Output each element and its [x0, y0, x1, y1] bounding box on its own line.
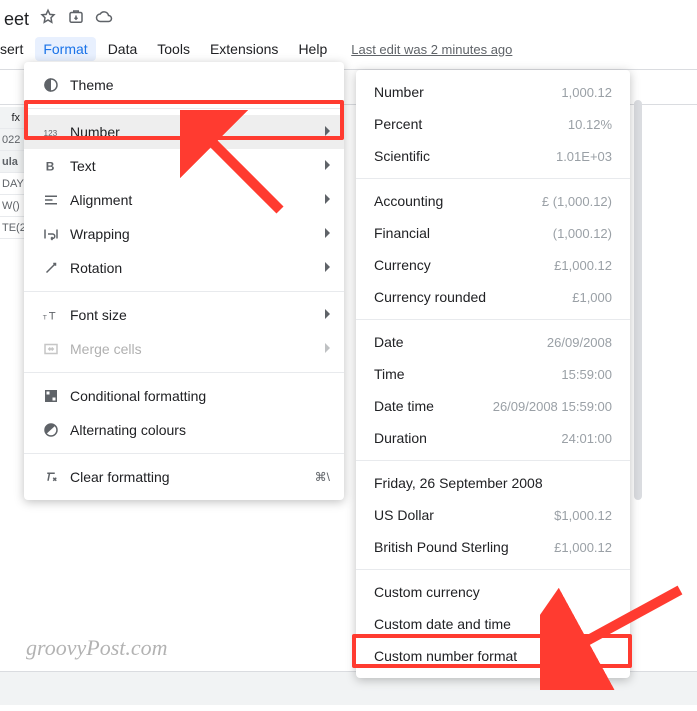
- move-icon[interactable]: [67, 8, 85, 31]
- option-label: Friday, 26 September 2008: [374, 475, 612, 491]
- option-example: 10.12%: [568, 117, 612, 132]
- doc-name-fragment: eet: [4, 9, 29, 30]
- menu-tools[interactable]: Tools: [149, 37, 198, 61]
- option-label: British Pound Sterling: [374, 539, 544, 555]
- submenu-arrow-icon: [325, 125, 330, 139]
- rotate-icon: [38, 259, 64, 277]
- option-label: Date: [374, 334, 537, 350]
- number-option-custom-currency[interactable]: Custom currency: [356, 576, 630, 608]
- option-label: Duration: [374, 430, 551, 446]
- number-option-friday-26-september-2008[interactable]: Friday, 26 September 2008: [356, 467, 630, 499]
- alternating-colours-icon: [38, 421, 64, 439]
- option-label: Date time: [374, 398, 483, 414]
- menu-insert[interactable]: sert: [0, 37, 31, 61]
- submenu-arrow-icon: [325, 342, 330, 356]
- number-option-custom-number-format[interactable]: Custom number format: [356, 640, 630, 672]
- option-example: 26/09/2008 15:59:00: [493, 399, 612, 414]
- option-label: Accounting: [374, 193, 532, 209]
- number-option-date-time[interactable]: Date time 26/09/2008 15:59:00: [356, 390, 630, 422]
- format-number[interactable]: 123 Number: [24, 115, 344, 149]
- submenu-scrollbar[interactable]: [632, 70, 642, 590]
- star-icon[interactable]: [39, 8, 57, 31]
- merge-icon: [38, 340, 64, 358]
- format-conditional[interactable]: Conditional formatting: [24, 379, 344, 413]
- menu-format[interactable]: Format: [35, 37, 95, 61]
- option-example: £ (1,000.12): [542, 194, 612, 209]
- submenu-arrow-icon: [325, 159, 330, 173]
- menu-extensions[interactable]: Extensions: [202, 37, 286, 61]
- svg-text:T: T: [43, 315, 47, 322]
- format-altcolours[interactable]: Alternating colours: [24, 413, 344, 447]
- option-example: 26/09/2008: [547, 335, 612, 350]
- format-alignment[interactable]: Alignment: [24, 183, 344, 217]
- option-example: £1,000.12: [554, 540, 612, 555]
- number-option-date[interactable]: Date 26/09/2008: [356, 326, 630, 358]
- submenu-arrow-icon: [325, 308, 330, 322]
- number-option-british-pound-sterling[interactable]: British Pound Sterling £1,000.12: [356, 531, 630, 563]
- shortcut-label: ⌘\: [315, 470, 330, 484]
- option-label: Custom number format: [374, 648, 612, 664]
- number-option-duration[interactable]: Duration 24:01:00: [356, 422, 630, 454]
- option-example: 1,000.12: [561, 85, 612, 100]
- number-option-currency[interactable]: Currency £1,000.12: [356, 249, 630, 281]
- fx-label: fx: [11, 107, 20, 129]
- format-theme[interactable]: Theme: [24, 68, 344, 102]
- number-option-financial[interactable]: Financial (1,000.12): [356, 217, 630, 249]
- option-label: Number: [374, 84, 551, 100]
- bold-icon: B: [38, 157, 64, 175]
- format-text[interactable]: B Text: [24, 149, 344, 183]
- number-option-scientific[interactable]: Scientific 1.01E+03: [356, 140, 630, 172]
- option-example: 1.01E+03: [556, 149, 612, 164]
- menu-data[interactable]: Data: [100, 37, 146, 61]
- menu-help[interactable]: Help: [290, 37, 335, 61]
- titlebar: eet: [0, 0, 697, 33]
- submenu-arrow-icon: [325, 261, 330, 275]
- number-option-time[interactable]: Time 15:59:00: [356, 358, 630, 390]
- option-label: Currency rounded: [374, 289, 562, 305]
- format-menu: Theme 123 Number B Text Alignment Wrappi…: [24, 62, 344, 500]
- scrollbar-thumb[interactable]: [634, 100, 642, 500]
- svg-text:123: 123: [44, 129, 58, 138]
- option-label: Percent: [374, 116, 558, 132]
- option-example: 24:01:00: [561, 431, 612, 446]
- watermark: groovyPost.com: [26, 635, 168, 661]
- option-label: Custom date and time: [374, 616, 612, 632]
- align-icon: [38, 191, 64, 209]
- option-label: Currency: [374, 257, 544, 273]
- submenu-arrow-icon: [325, 193, 330, 207]
- number-option-custom-date-and-time[interactable]: Custom date and time: [356, 608, 630, 640]
- conditional-format-icon: [38, 387, 64, 405]
- number-option-us-dollar[interactable]: US Dollar $1,000.12: [356, 499, 630, 531]
- option-example: £1,000: [572, 290, 612, 305]
- fontsize-icon: TT: [38, 306, 64, 324]
- option-label: Custom currency: [374, 584, 612, 600]
- format-mergecells: Merge cells: [24, 332, 344, 366]
- option-label: Financial: [374, 225, 543, 241]
- last-edit-link[interactable]: Last edit was 2 minutes ago: [351, 42, 512, 57]
- number-icon: 123: [38, 123, 64, 141]
- option-example: £1,000.12: [554, 258, 612, 273]
- format-fontsize[interactable]: TT Font size: [24, 298, 344, 332]
- format-clear[interactable]: Clear formatting ⌘\: [24, 460, 344, 494]
- number-option-number[interactable]: Number 1,000.12: [356, 76, 630, 108]
- option-example: 15:59:00: [561, 367, 612, 382]
- theme-icon: [38, 76, 64, 94]
- svg-text:T: T: [49, 311, 56, 323]
- format-rotation[interactable]: Rotation: [24, 251, 344, 285]
- svg-text:B: B: [46, 160, 55, 174]
- format-wrapping[interactable]: Wrapping: [24, 217, 344, 251]
- number-option-currency-rounded[interactable]: Currency rounded £1,000: [356, 281, 630, 313]
- number-option-accounting[interactable]: Accounting £ (1,000.12): [356, 185, 630, 217]
- clear-format-icon: [38, 468, 64, 486]
- option-label: US Dollar: [374, 507, 544, 523]
- option-label: Scientific: [374, 148, 546, 164]
- wrap-icon: [38, 225, 64, 243]
- cloud-status-icon[interactable]: [95, 8, 113, 31]
- option-example: (1,000.12): [553, 226, 612, 241]
- option-label: Time: [374, 366, 551, 382]
- number-submenu: Number 1,000.12 Percent 10.12% Scientific 1.0…: [356, 70, 630, 678]
- number-option-percent[interactable]: Percent 10.12%: [356, 108, 630, 140]
- option-example: $1,000.12: [554, 508, 612, 523]
- submenu-arrow-icon: [325, 227, 330, 241]
